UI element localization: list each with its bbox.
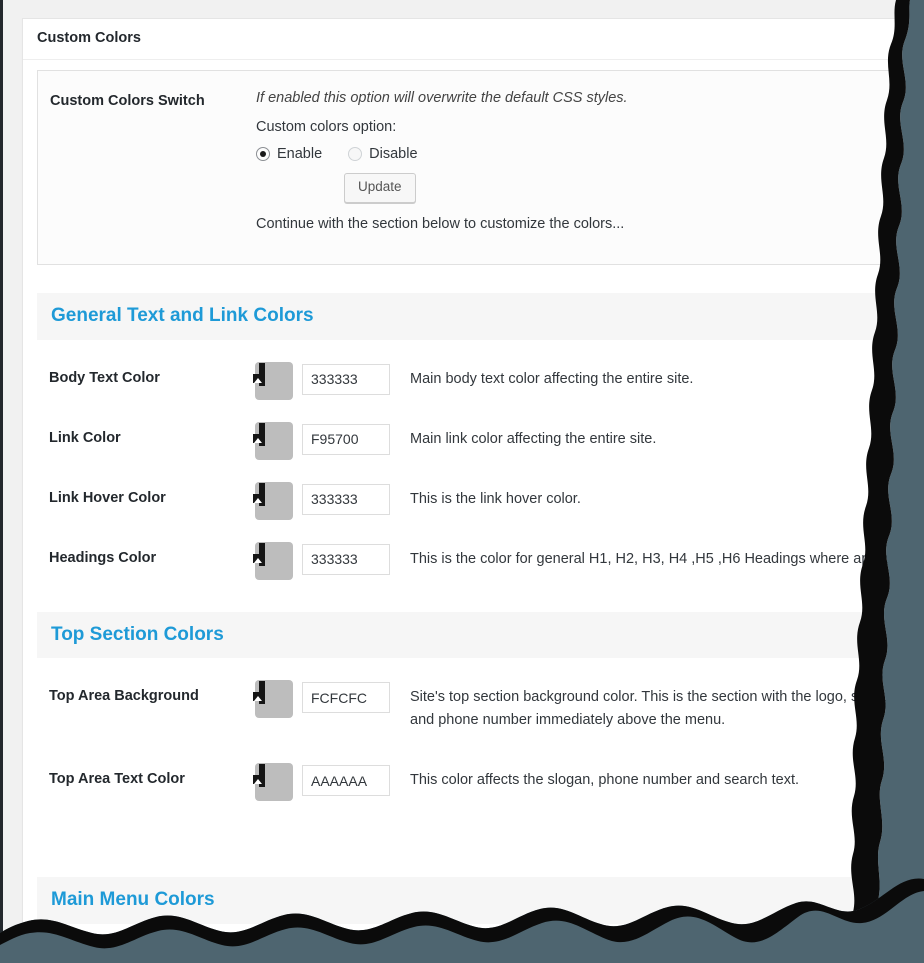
color-hex-input[interactable]	[302, 543, 390, 575]
color-row-label: Top Area Text Color	[49, 771, 185, 788]
color-row-label: Body Text Color	[49, 369, 160, 386]
color-picker-swatch[interactable]	[255, 421, 293, 460]
color-row-label: Link Hover Color	[49, 489, 166, 506]
color-hex-wrap	[302, 678, 394, 714]
admin-canvas: Custom Colors Custom Colors Switch If en…	[6, 0, 924, 963]
color-row-description: Main body text color affecting the entir…	[410, 370, 694, 387]
color-hex-wrap	[302, 761, 394, 797]
color-swatch-wrap	[255, 761, 299, 802]
color-swatch-frame	[259, 764, 265, 788]
update-button[interactable]: Update	[344, 173, 416, 204]
color-hex-input[interactable]	[302, 423, 390, 455]
color-picker-swatch[interactable]	[255, 541, 293, 580]
color-row: Link Color Main link color affecting t	[37, 410, 912, 470]
section-heading-band-top: Top Section Colors	[37, 611, 912, 659]
switch-option-line: Custom colors option:	[256, 119, 397, 136]
color-row-description: This is the link hover color.	[410, 490, 581, 507]
switch-label: Custom Colors Switch	[50, 92, 205, 109]
color-row: Top Area Background Site's top section	[37, 668, 912, 741]
color-swatch-frame	[259, 422, 265, 446]
color-hex-input[interactable]	[302, 682, 390, 714]
color-row-description: This is the color for general H1, H2, H3…	[410, 550, 923, 567]
color-swatch-frame	[259, 681, 265, 705]
color-row-description: Site's top section background color. Thi…	[410, 689, 894, 728]
custom-colors-switch-panel: Custom Colors Switch If enabled this opt…	[37, 69, 912, 265]
section-heading-band-general: General Text and Link Colors	[37, 292, 912, 340]
color-picker-swatch[interactable]	[255, 481, 293, 520]
color-row-description: Main link color affecting the entire sit…	[410, 430, 657, 447]
color-swatch-frame	[259, 362, 265, 386]
color-hex-input[interactable]	[302, 765, 390, 797]
section-heading-top: Top Section Colors	[51, 623, 224, 645]
color-row: Body Text Color Main body text color a	[37, 350, 912, 410]
color-rows-top: Top Area Background Site's top section	[37, 668, 912, 811]
color-swatch-wrap	[255, 420, 299, 460]
color-hex-wrap	[302, 480, 394, 515]
color-row: Headings Color This is the color for g	[37, 530, 923, 590]
color-hex-input[interactable]	[302, 363, 390, 395]
radio-disable[interactable]	[348, 147, 363, 162]
color-rows-general: Body Text Color Main body text color a	[37, 350, 923, 590]
color-swatch-wrap	[255, 540, 299, 580]
color-row: Link Hover Color This is the link hove	[37, 470, 912, 530]
section-heading-menu: Main Menu Colors	[51, 889, 215, 911]
color-swatch-wrap	[255, 480, 299, 520]
custom-colors-postbox: Custom Colors Custom Colors Switch If en…	[22, 18, 924, 956]
color-picker-swatch[interactable]	[255, 763, 293, 802]
postbox-header: Custom Colors	[23, 19, 924, 60]
color-hex-input[interactable]	[302, 483, 390, 515]
radio-disable-label: Disable	[369, 145, 418, 162]
color-hex-wrap	[302, 540, 394, 575]
section-heading-general: General Text and Link Colors	[51, 304, 314, 326]
radio-enable[interactable]	[256, 147, 270, 162]
switch-hint: If enabled this option will overwrite th…	[256, 89, 628, 106]
postbox-body: Custom Colors Switch If enabled this opt…	[23, 69, 924, 954]
color-row-label: Headings Color	[49, 549, 157, 566]
radio-enable-label: Enable	[277, 145, 323, 162]
color-row-label: Link Color	[49, 429, 121, 446]
color-row-description: This color affects the slogan, phone num…	[410, 772, 800, 789]
switch-radio-group: Enable Disable	[256, 147, 899, 162]
admin-page: Custom Colors Custom Colors Switch If en…	[0, 0, 924, 963]
color-picker-swatch[interactable]	[255, 361, 293, 400]
color-picker-swatch[interactable]	[255, 680, 293, 719]
color-hex-wrap	[302, 420, 394, 455]
update-button-wrap: Update	[256, 173, 899, 204]
switch-row: Custom Colors Switch If enabled this opt…	[38, 89, 911, 244]
section-heading-band-menu: Main Menu Colors	[37, 877, 912, 925]
color-hex-wrap	[302, 360, 394, 395]
switch-footer-note: Continue with the section below to custo…	[256, 216, 625, 233]
color-swatch-wrap	[255, 360, 299, 400]
switch-body: If enabled this option will overwrite th…	[256, 89, 911, 244]
color-swatch-frame	[259, 542, 265, 566]
color-row: Top Area Text Color This color affects	[37, 751, 912, 811]
page-title: Custom Colors	[37, 30, 141, 46]
color-swatch-frame	[259, 482, 265, 506]
color-swatch-wrap	[255, 678, 299, 719]
color-row-label: Top Area Background	[49, 688, 199, 705]
